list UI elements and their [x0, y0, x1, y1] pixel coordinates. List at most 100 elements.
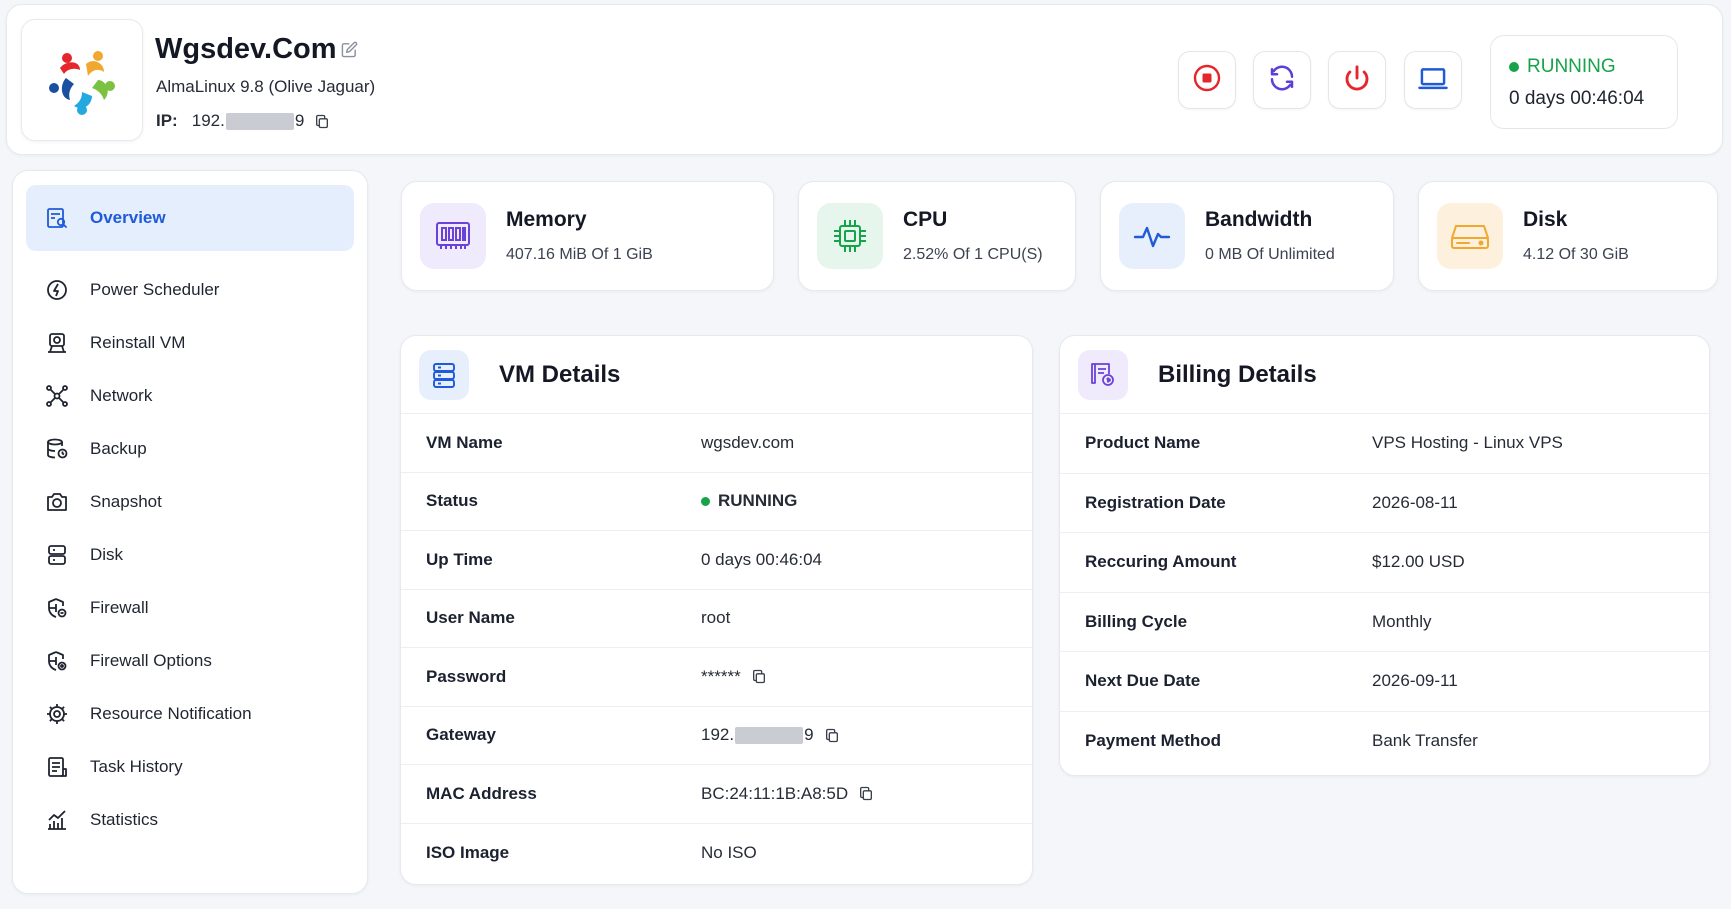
edit-icon[interactable] — [341, 41, 358, 58]
sidebar-item-label: Network — [90, 386, 153, 405]
power-button[interactable] — [1328, 51, 1386, 109]
sidebar-item-label: Statistics — [90, 810, 159, 829]
payment-value: Bank Transfer — [1372, 731, 1478, 751]
ip-suffix: 9 — [294, 111, 305, 130]
sidebar-item-label: Firewall Options — [90, 651, 212, 670]
resource-notification-icon — [44, 701, 70, 727]
registration-row: Registration Date 2026-08-11 — [1060, 474, 1709, 533]
sidebar-item-overview[interactable]: Overview — [26, 185, 354, 251]
status-dot — [1509, 62, 1519, 72]
vm-name-label: VM Name — [426, 432, 503, 452]
vm-name-value: wgsdev.com — [701, 432, 795, 452]
status-value: RUNNING — [701, 491, 797, 511]
vm-header: Wgsdev.Com AlmaLinux 9.8 (Olive Jaguar) … — [6, 4, 1723, 155]
copy-gateway-icon[interactable] — [824, 727, 840, 744]
registration-label: Registration Date — [1085, 492, 1226, 512]
ip-redacted — [225, 112, 294, 130]
username-row: User Name root — [401, 590, 1032, 648]
copy-mac-icon[interactable] — [858, 785, 874, 802]
username-value: root — [701, 608, 731, 628]
status-label: Status — [426, 491, 478, 511]
sidebar: Overview Power Scheduler Reinstall VM Ne… — [12, 170, 368, 894]
cycle-label: Billing Cycle — [1085, 611, 1188, 631]
status-row: Status RUNNING — [401, 473, 1032, 531]
firewall-options-icon — [44, 648, 70, 674]
mac-value-text: BC:24:11:1B:A8:5D — [701, 783, 849, 803]
password-label: Password — [426, 666, 507, 686]
vm-title: Wgsdev.Com — [155, 33, 358, 66]
memory-card: Memory 407.16 MiB Of 1 GiB — [401, 181, 774, 291]
sidebar-item-disk[interactable]: Disk — [26, 530, 354, 580]
registration-value: 2026-08-11 — [1372, 492, 1458, 512]
sidebar-item-label: Overview — [90, 208, 166, 227]
iso-label: ISO Image — [426, 842, 510, 862]
gateway-suffix: 9 — [804, 725, 814, 745]
sidebar-item-label: Disk — [90, 545, 124, 564]
firewall-icon — [44, 595, 70, 621]
uptime-label: Up Time — [426, 549, 493, 569]
almalinux-logo — [21, 19, 143, 141]
cycle-value: Monthly — [1372, 611, 1432, 631]
password-row: Password ****** — [401, 648, 1032, 707]
copy-password-icon[interactable] — [751, 668, 767, 685]
console-button[interactable] — [1404, 51, 1462, 109]
cpu-title: CPU — [903, 208, 948, 231]
sidebar-item-snapshot[interactable]: Snapshot — [26, 477, 354, 527]
disk-usage-icon — [1437, 203, 1503, 269]
sidebar-item-firewall-options[interactable]: Firewall Options — [26, 636, 354, 686]
due-label: Next Due Date — [1085, 671, 1201, 691]
vm-title-text: Wgsdev.Com — [155, 33, 337, 65]
vm-details-panel: VM Details VM Name wgsdev.com Status RUN… — [400, 335, 1033, 885]
uptime-row: Up Time 0 days 00:46:04 — [401, 531, 1032, 590]
restart-icon — [1267, 63, 1297, 98]
memory-title: Memory — [506, 208, 587, 231]
sidebar-item-firewall[interactable]: Firewall — [26, 583, 354, 633]
amount-label: Reccuring Amount — [1085, 552, 1237, 572]
status-dot — [701, 496, 710, 506]
power-scheduler-icon — [44, 277, 70, 303]
sidebar-item-network[interactable]: Network — [26, 371, 354, 421]
stop-button[interactable] — [1178, 51, 1236, 109]
product-value: VPS Hosting - Linux VPS — [1372, 433, 1563, 453]
task-history-icon — [44, 754, 70, 780]
sidebar-item-task-history[interactable]: Task History — [26, 742, 354, 792]
copy-ip-icon[interactable] — [314, 113, 330, 130]
product-label: Product Name — [1085, 433, 1201, 453]
cpu-card: CPU 2.52% Of 1 CPU(S) — [798, 181, 1076, 291]
sidebar-item-resource-notification[interactable]: Resource Notification — [26, 689, 354, 739]
sidebar-item-statistics[interactable]: Statistics — [26, 795, 354, 845]
ip-label: IP: — [156, 111, 178, 130]
bandwidth-card: Bandwidth 0 MB Of Unlimited — [1100, 181, 1394, 291]
payment-label: Payment Method — [1085, 731, 1222, 751]
power-icon — [1342, 63, 1372, 98]
cycle-row: Billing Cycle Monthly — [1060, 593, 1709, 652]
amount-value: $12.00 USD — [1372, 552, 1465, 572]
vm-name-row: VM Name wgsdev.com — [401, 414, 1032, 473]
bandwidth-icon — [1119, 203, 1185, 269]
sidebar-item-label: Power Scheduler — [90, 280, 220, 299]
gateway-prefix: 192. — [701, 725, 735, 745]
console-icon — [1417, 63, 1449, 98]
network-icon — [44, 383, 70, 409]
sidebar-item-backup[interactable]: Backup — [26, 424, 354, 474]
billing-details-header: Billing Details — [1060, 336, 1709, 414]
snapshot-icon — [44, 489, 70, 515]
server-icon — [419, 349, 469, 400]
sidebar-item-power-scheduler[interactable]: Power Scheduler — [26, 265, 354, 315]
sidebar-item-label: Snapshot — [90, 492, 162, 511]
vm-details-title: VM Details — [499, 360, 621, 388]
disk-icon — [44, 542, 70, 568]
sidebar-item-reinstall-vm[interactable]: Reinstall VM — [26, 318, 354, 368]
uptime-text: 0 days 00:46:04 — [1509, 88, 1645, 109]
disk-title: Disk — [1523, 208, 1568, 231]
vm-os: AlmaLinux 9.8 (Olive Jaguar) — [156, 77, 376, 96]
backup-icon — [44, 436, 70, 462]
sidebar-item-label: Reinstall VM — [90, 333, 186, 352]
bandwidth-title: Bandwidth — [1205, 208, 1313, 231]
restart-button[interactable] — [1253, 51, 1311, 109]
status-box: RUNNING 0 days 00:46:04 — [1490, 35, 1678, 129]
status-text: RUNNING — [1527, 56, 1616, 77]
status-value-text: RUNNING — [718, 491, 798, 511]
mac-label: MAC Address — [426, 783, 537, 803]
due-row: Next Due Date 2026-09-11 — [1060, 652, 1709, 712]
